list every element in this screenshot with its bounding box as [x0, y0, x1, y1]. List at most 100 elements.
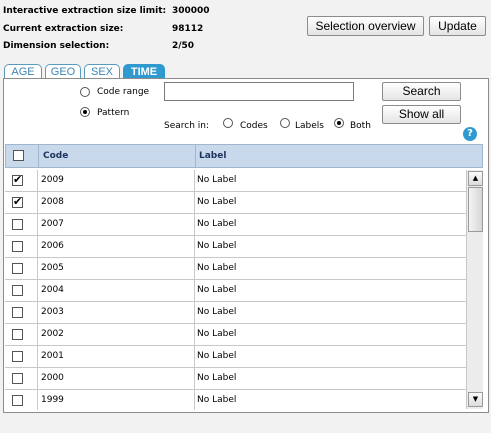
cell-code: 1999: [41, 395, 64, 405]
cell-divider: [37, 236, 38, 257]
tab-age[interactable]: AGE: [4, 64, 42, 79]
column-header-label[interactable]: Label: [199, 145, 226, 167]
search-in-both-radio[interactable]: [334, 118, 344, 128]
cell-code: 2008: [41, 197, 64, 207]
table-row[interactable]: 2006 No Label: [5, 236, 467, 258]
current-size-label: Current extraction size:: [3, 24, 124, 34]
cell-divider: [194, 302, 195, 323]
row-checkbox[interactable]: [12, 395, 23, 406]
search-in-label: Search in:: [164, 121, 210, 131]
search-input[interactable]: [164, 82, 354, 101]
code-range-label: Code range: [97, 87, 150, 97]
cell-label: No Label: [197, 373, 237, 383]
tab-geo[interactable]: GEO: [45, 64, 81, 79]
search-in-labels-label: Labels: [295, 121, 324, 131]
dimension-selection-label: Dimension selection:: [3, 41, 110, 51]
size-limit-value: 300000: [172, 6, 210, 16]
tab-time[interactable]: TIME: [123, 64, 165, 79]
selection-overview-button[interactable]: Selection overview: [307, 16, 424, 36]
search-button[interactable]: Search: [382, 82, 461, 101]
cell-divider: [37, 170, 38, 191]
column-header-code[interactable]: Code: [43, 145, 68, 167]
pattern-radio[interactable]: [80, 107, 90, 117]
cell-divider: [194, 236, 195, 257]
cell-code: 2006: [41, 241, 64, 251]
cell-divider: [194, 192, 195, 213]
size-limit-label: Interactive extraction size limit:: [3, 6, 167, 16]
cell-label: No Label: [197, 307, 237, 317]
cell-label: No Label: [197, 329, 237, 339]
cell-label: No Label: [197, 263, 237, 273]
cell-divider: [37, 280, 38, 301]
help-icon[interactable]: ?: [463, 127, 477, 141]
pattern-label: Pattern: [97, 108, 130, 118]
cell-divider: [37, 214, 38, 235]
row-checkbox[interactable]: [12, 173, 23, 186]
row-checkbox[interactable]: [12, 373, 23, 384]
table-row[interactable]: 2003 No Label: [5, 302, 467, 324]
search-in-labels-radio[interactable]: [280, 118, 290, 128]
cell-label: No Label: [197, 175, 237, 185]
search-in-codes-radio[interactable]: [223, 118, 233, 128]
scroll-up-icon[interactable]: ▲: [468, 171, 483, 186]
row-checkbox[interactable]: [12, 263, 23, 274]
cell-divider: [194, 214, 195, 235]
row-checkbox[interactable]: [12, 285, 23, 296]
dimension-selection-value: 2/50: [172, 41, 195, 51]
cell-divider: [37, 302, 38, 323]
show-all-button[interactable]: Show all: [382, 105, 461, 124]
cell-divider: [37, 346, 38, 367]
select-all-checkbox[interactable]: [13, 150, 24, 161]
row-checkbox[interactable]: [12, 307, 23, 318]
cell-divider: [37, 258, 38, 279]
table-row[interactable]: 2002 No Label: [5, 324, 467, 346]
table-row[interactable]: 2007 No Label: [5, 214, 467, 236]
cell-divider: [194, 368, 195, 389]
cell-label: No Label: [197, 241, 237, 251]
table-row[interactable]: 2000 No Label: [5, 368, 467, 390]
row-checkbox[interactable]: [12, 219, 23, 230]
scroll-down-icon[interactable]: ▼: [468, 392, 483, 407]
row-checkbox[interactable]: [12, 329, 23, 340]
cell-divider: [194, 258, 195, 279]
update-button[interactable]: Update: [429, 16, 486, 36]
cell-divider: [37, 368, 38, 389]
cell-divider: [194, 324, 195, 345]
table-body: 2009No Label2008No Label2007No Label2006…: [5, 170, 467, 410]
current-size-value: 98112: [172, 24, 204, 34]
cell-code: 2004: [41, 285, 64, 295]
row-checkbox[interactable]: [12, 241, 23, 252]
cell-divider: [194, 346, 195, 367]
cell-code: 2005: [41, 263, 64, 273]
cell-label: No Label: [197, 219, 237, 229]
table-row[interactable]: 2008 No Label: [5, 192, 467, 214]
header-divider: [38, 145, 39, 167]
table-row[interactable]: 2004 No Label: [5, 280, 467, 302]
cell-divider: [194, 280, 195, 301]
cell-divider: [194, 390, 195, 410]
table-row[interactable]: 2005 No Label: [5, 258, 467, 280]
scroll-thumb[interactable]: [468, 187, 483, 232]
cell-label: No Label: [197, 351, 237, 361]
vertical-scrollbar[interactable]: ▲ ▼: [466, 170, 483, 409]
table-header: Code Label: [5, 144, 483, 168]
code-range-radio[interactable]: [80, 87, 90, 97]
cell-code: 2000: [41, 373, 64, 383]
cell-divider: [37, 192, 38, 213]
cell-label: No Label: [197, 285, 237, 295]
tab-sex[interactable]: SEX: [84, 64, 120, 79]
cell-divider: [194, 170, 195, 191]
row-checkbox[interactable]: [12, 351, 23, 362]
cell-divider: [37, 324, 38, 345]
cell-label: No Label: [197, 197, 237, 207]
cell-code: 2007: [41, 219, 64, 229]
table-row[interactable]: 1999 No Label: [5, 390, 467, 410]
table-row[interactable]: 2009 No Label: [5, 170, 467, 192]
search-in-both-label: Both: [350, 121, 371, 131]
cell-label: No Label: [197, 395, 237, 405]
cell-code: 2009: [41, 175, 64, 185]
cell-code: 2002: [41, 329, 64, 339]
table-row[interactable]: 2001 No Label: [5, 346, 467, 368]
search-in-codes-label: Codes: [240, 121, 268, 131]
row-checkbox[interactable]: [12, 195, 23, 208]
